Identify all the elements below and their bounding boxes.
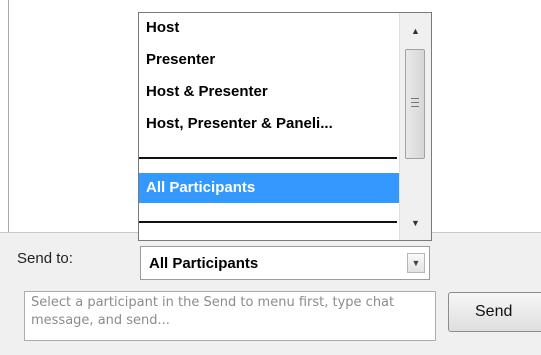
grip-line [411, 102, 419, 103]
dropdown-scrollbar[interactable]: ▲ ▼ [399, 13, 431, 240]
panel-divider [8, 0, 9, 232]
grip-line [411, 98, 419, 99]
option-host[interactable]: Host [139, 13, 399, 43]
arrow-up-icon[interactable]: ▲ [400, 21, 431, 41]
option-all-participants[interactable]: All Participants [139, 173, 399, 203]
arrow-down-icon[interactable]: ▼ [400, 213, 431, 233]
option-presenter[interactable]: Presenter [139, 45, 399, 75]
send-to-dropdown-list: Host Presenter Host & Presenter Host, Pr… [138, 12, 432, 241]
list-separator [139, 221, 397, 223]
chat-message-input[interactable]: Select a participant in the Send to menu… [24, 291, 436, 341]
send-to-select[interactable]: All Participants ▼ [140, 246, 430, 280]
send-to-label: Send to: [17, 250, 73, 267]
chevron-down-icon[interactable]: ▼ [407, 253, 425, 273]
list-separator [139, 157, 397, 159]
grip-line [411, 106, 419, 107]
send-button[interactable]: Send [448, 292, 541, 332]
option-host-presenter-panelists[interactable]: Host, Presenter & Paneli... [139, 109, 399, 139]
scrollbar-thumb[interactable] [405, 49, 425, 159]
option-host-presenter[interactable]: Host & Presenter [139, 77, 399, 107]
send-to-selected-value: All Participants [149, 255, 259, 272]
